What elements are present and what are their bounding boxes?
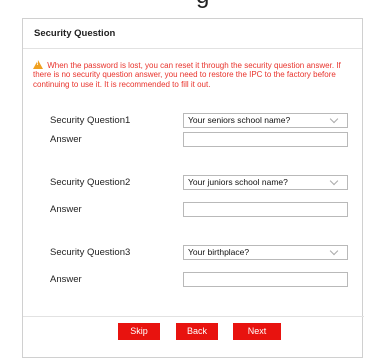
security-notice: When the password is lost, you can reset… — [33, 60, 359, 89]
answer-3-label: Answer — [50, 274, 82, 285]
footer-divider — [23, 316, 364, 317]
background-heading-fragment: g — [196, 0, 209, 8]
answer-1-input[interactable] — [183, 132, 348, 147]
security-question-1-select[interactable]: Your seniors school name? — [183, 113, 348, 128]
back-button[interactable]: Back — [176, 323, 218, 340]
answer-1-label: Answer — [50, 134, 82, 145]
answer-2-row: Answer — [23, 202, 364, 218]
security-question-3-value: Your birthplace? — [188, 247, 250, 257]
answer-1-row: Answer — [23, 132, 364, 148]
chevron-down-icon — [329, 114, 339, 124]
skip-button[interactable]: Skip — [118, 323, 160, 340]
security-question-2-select[interactable]: Your juniors school name? — [183, 175, 348, 190]
security-question-1-label: Security Question1 — [50, 115, 131, 126]
dialog-title: Security Question — [34, 28, 116, 39]
security-question-1-value: Your seniors school name? — [188, 115, 291, 125]
warning-icon — [33, 60, 43, 69]
answer-3-row: Answer — [23, 272, 364, 288]
security-question-2-row: Security Question2 Your juniors school n… — [23, 175, 364, 191]
security-question-2-label: Security Question2 — [50, 177, 131, 188]
next-button[interactable]: Next — [233, 323, 281, 340]
security-question-2-value: Your juniors school name? — [188, 177, 288, 187]
answer-3-input[interactable] — [183, 272, 348, 287]
answer-2-input[interactable] — [183, 202, 348, 217]
chevron-down-icon — [329, 176, 339, 186]
security-question-1-row: Security Question1 Your seniors school n… — [23, 113, 364, 129]
dialog-header: Security Question — [23, 19, 362, 49]
chevron-down-icon — [329, 246, 339, 256]
security-question-3-row: Security Question3 Your birthplace? — [23, 245, 364, 261]
security-question-3-select[interactable]: Your birthplace? — [183, 245, 348, 260]
answer-2-label: Answer — [50, 204, 82, 215]
notice-text: When the password is lost, you can reset… — [33, 61, 341, 89]
security-question-dialog: Security Question When the password is l… — [22, 18, 364, 358]
security-question-3-label: Security Question3 — [50, 247, 131, 258]
